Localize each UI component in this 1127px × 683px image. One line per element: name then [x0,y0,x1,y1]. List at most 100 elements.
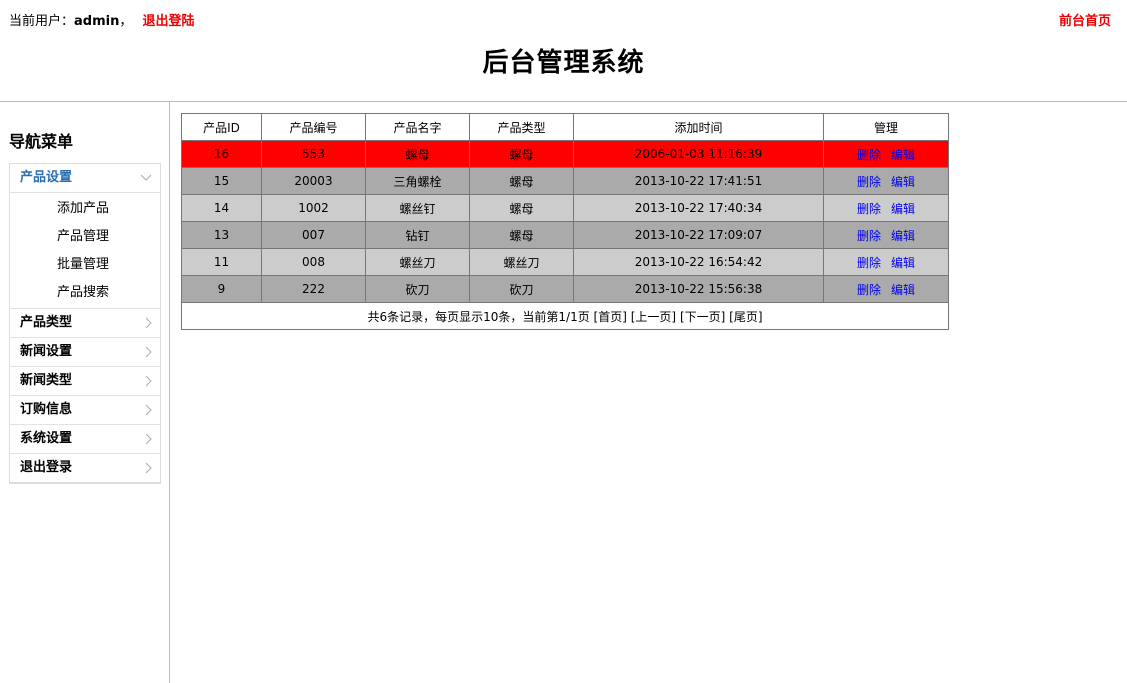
table-row: 9 222 砍刀 砍刀 2013-10-22 15:56:38 删除 编辑 [181,275,949,303]
delete-link[interactable]: 删除 [857,202,881,216]
cell-code: 222 [261,275,366,303]
column-header-name: 产品名字 [365,113,470,141]
cell-name: 螺丝刀 [365,248,470,276]
top-bar: 当前用户：admin， 退出登陆 前台首页 后台管理系统 [0,0,1127,100]
cell-name: 砍刀 [365,275,470,303]
table-row: 15 20003 三角螺栓 螺母 2013-10-22 17:41:51 删除 编辑 [181,167,949,195]
menu-group-product-types: 产品类型 [10,309,160,338]
table-row: 13 007 钻钉 螺母 2013-10-22 17:09:07 删除 编辑 [181,221,949,249]
user-separator: ， [119,14,133,29]
sidebar: 导航菜单 产品设置 添加产品 产品管理 批量管理 产品搜索 产品类型 新闻设置 … [0,102,170,683]
delete-link[interactable]: 删除 [857,148,881,162]
menu-head-logout[interactable]: 退出登录 [10,454,160,482]
cell-time: 2013-10-22 17:09:07 [573,221,824,249]
pager-last[interactable]: [尾页] [729,310,762,324]
pager: 共6条记录，每页显示10条，当前第1/1页 [首页] [上一页] [下一页] [… [181,302,949,330]
menu-head-product-types[interactable]: 产品类型 [10,309,160,337]
table-header-row: 产品ID 产品编号 产品名字 产品类型 添加时间 管理 [181,113,949,141]
delete-link[interactable]: 删除 [857,229,881,243]
edit-link[interactable]: 编辑 [891,202,915,216]
pager-row: 共6条记录，每页显示10条，当前第1/1页 [首页] [上一页] [下一页] [… [181,302,949,330]
cell-type: 螺母 [469,167,574,195]
column-header-code: 产品编号 [261,113,366,141]
submenu-item-add-product[interactable]: 添加产品 [10,195,160,223]
cell-actions: 删除 编辑 [823,167,949,195]
cell-type: 螺丝刀 [469,248,574,276]
chevron-down-icon [140,164,152,202]
cell-time: 2013-10-22 16:54:42 [573,248,824,276]
table-row: 11 008 螺丝刀 螺丝刀 2013-10-22 16:54:42 删除 编辑 [181,248,949,276]
pager-first[interactable]: [首页] [594,310,627,324]
cell-code: 20003 [261,167,366,195]
delete-link[interactable]: 删除 [857,283,881,297]
edit-link[interactable]: 编辑 [891,229,915,243]
menu-head-product-settings[interactable]: 产品设置 [10,164,160,192]
edit-link[interactable]: 编辑 [891,283,915,297]
column-header-type: 产品类型 [469,113,574,141]
cell-code: 007 [261,221,366,249]
table-row: 16 553 螺母 螺母 2006-01-03 11:16:39 删除 编辑 [181,140,949,168]
table-body: 16 553 螺母 螺母 2006-01-03 11:16:39 删除 编辑 15 20003 三… [181,140,949,303]
cell-type: 螺母 [469,221,574,249]
main-content: 产品ID 产品编号 产品名字 产品类型 添加时间 管理 16 553 螺母 螺母 200… [181,113,949,330]
delete-link[interactable]: 删除 [857,175,881,189]
cell-id: 16 [181,140,262,168]
cell-time: 2013-10-22 17:40:34 [573,194,824,222]
submenu-product-settings: 添加产品 产品管理 批量管理 产品搜索 [10,192,160,308]
cell-time: 2013-10-22 15:56:38 [573,275,824,303]
menu-group-system-settings: 系统设置 [10,425,160,454]
column-header-manage: 管理 [823,113,949,141]
menu-head-label: 产品设置 [20,170,73,185]
cell-type: 砍刀 [469,275,574,303]
cell-code: 1002 [261,194,366,222]
edit-link[interactable]: 编辑 [891,148,915,162]
menu-head-news-types[interactable]: 新闻类型 [10,367,160,395]
menu-head-label: 订购信息 [20,402,73,417]
edit-link[interactable]: 编辑 [891,175,915,189]
pager-next[interactable]: [下一页] [680,310,725,324]
current-user-prefix: 当前用户： [9,14,75,29]
cell-type: 螺母 [469,194,574,222]
cell-actions: 删除 编辑 [823,221,949,249]
cell-id: 15 [181,167,262,195]
menu-head-system-settings[interactable]: 系统设置 [10,425,160,453]
menu-head-order-info[interactable]: 订购信息 [10,396,160,424]
cell-id: 11 [181,248,262,276]
menu-group-news-types: 新闻类型 [10,367,160,396]
menu-head-label: 系统设置 [20,431,73,446]
cell-actions: 删除 编辑 [823,248,949,276]
logout-link[interactable]: 退出登陆 [143,14,195,29]
menu-group-news-settings: 新闻设置 [10,338,160,367]
cell-actions: 删除 编辑 [823,194,949,222]
pager-prev[interactable]: [上一页] [631,310,676,324]
delete-link[interactable]: 删除 [857,256,881,270]
edit-link[interactable]: 编辑 [891,256,915,270]
pager-summary: 共6条记录，每页显示10条，当前第1/1页 [367,309,590,324]
menu-group-logout: 退出登录 [10,454,160,482]
submenu-item-batch-management[interactable]: 批量管理 [10,251,160,279]
column-header-id: 产品ID [181,113,262,141]
chevron-right-icon [144,454,152,492]
menu-head-label: 新闻设置 [20,344,73,359]
menu-group-product-settings: 产品设置 添加产品 产品管理 批量管理 产品搜索 [10,164,160,309]
cell-id: 9 [181,275,262,303]
page-title: 后台管理系统 [482,48,645,78]
cell-time: 2006-01-03 11:16:39 [573,140,824,168]
table-row: 14 1002 螺丝钉 螺母 2013-10-22 17:40:34 删除 编辑 [181,194,949,222]
column-header-time: 添加时间 [573,113,824,141]
menu-head-news-settings[interactable]: 新闻设置 [10,338,160,366]
submenu-item-product-search[interactable]: 产品搜索 [10,279,160,307]
cell-actions: 删除 编辑 [823,140,949,168]
submenu-item-product-management[interactable]: 产品管理 [10,223,160,251]
cell-name: 钻钉 [365,221,470,249]
menu-head-label: 退出登录 [20,460,73,475]
cell-code: 553 [261,140,366,168]
cell-name: 螺母 [365,140,470,168]
current-username: admin [74,14,120,29]
menu-head-label: 新闻类型 [20,373,73,388]
front-home-link[interactable]: 前台首页 [1059,10,1111,29]
cell-id: 13 [181,221,262,249]
cell-name: 螺丝钉 [365,194,470,222]
nav-menu-title: 导航菜单 [9,132,74,151]
cell-id: 14 [181,194,262,222]
